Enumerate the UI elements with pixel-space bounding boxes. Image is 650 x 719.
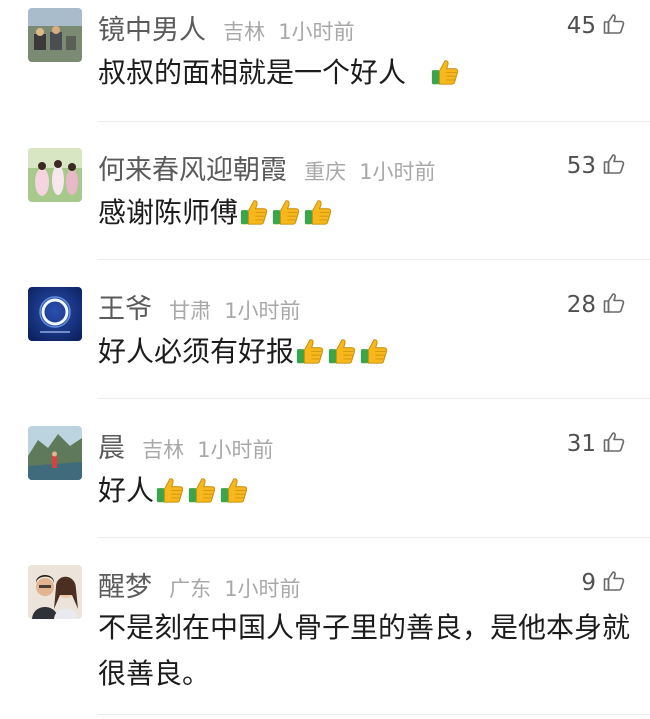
avatar[interactable]	[28, 287, 82, 341]
timestamp: 1小时前	[359, 160, 436, 184]
comment-text: 不是刻在中国人骨子里的善良，是他本身就很善良。	[98, 605, 643, 697]
comment-item: 镜中男人 吉林 1小时前 45 叔叔的面相就是一个好人	[0, 0, 650, 120]
thumbs-up-outline-icon	[602, 430, 626, 458]
thumbs-up-emoji-icon	[238, 196, 270, 229]
timestamp: 1小时前	[224, 299, 301, 323]
location: 广东	[169, 577, 212, 601]
location: 甘肃	[169, 299, 212, 323]
divider	[98, 714, 650, 715]
divider	[98, 537, 650, 538]
comment-text-content: 好人必须有好报	[98, 335, 295, 368]
thumbs-up-emoji-icon	[186, 474, 218, 507]
username[interactable]: 晨	[98, 433, 125, 464]
comment-meta: 醒梦 广东 1小时前	[98, 565, 301, 604]
thumbs-up-emoji-icon	[326, 335, 358, 368]
location: 吉林	[142, 438, 185, 462]
avatar[interactable]	[28, 8, 82, 62]
location: 重庆	[304, 160, 347, 184]
avatar[interactable]	[28, 565, 82, 619]
like-button[interactable]: 31	[567, 430, 626, 458]
like-count: 45	[566, 13, 596, 39]
username[interactable]: 王爷	[98, 294, 152, 325]
thumbs-up-emoji-icon	[270, 196, 302, 229]
thumbs-up-emoji-icon	[218, 474, 250, 507]
like-button[interactable]: 9	[581, 569, 626, 597]
thumbs-up-emoji-icon	[294, 335, 326, 368]
emoji-group	[294, 335, 390, 368]
comment-meta: 镜中男人 吉林 1小时前	[98, 8, 355, 47]
like-count: 53	[566, 153, 596, 179]
comment-item: 王爷 甘肃 1小时前 28 好人必须有好报	[0, 279, 650, 399]
like-count: 28	[566, 292, 596, 318]
divider	[98, 259, 650, 260]
location: 吉林	[223, 20, 266, 44]
username[interactable]: 何来春风迎朝霞	[98, 155, 287, 186]
like-count: 31	[566, 431, 596, 457]
like-button[interactable]: 28	[567, 291, 626, 319]
timestamp: 1小时前	[278, 20, 355, 44]
thumbs-up-outline-icon	[602, 152, 626, 180]
avatar[interactable]	[28, 148, 82, 202]
thumbs-up-outline-icon	[602, 569, 626, 597]
comment-text-content: 叔叔的面相就是一个好人	[98, 56, 415, 89]
thumbs-up-outline-icon	[602, 12, 626, 40]
comment-text-content: 感谢陈师傅	[98, 196, 239, 229]
timestamp: 1小时前	[197, 438, 274, 462]
avatar[interactable]	[28, 426, 82, 480]
comment-text: 好人必须有好报	[98, 329, 643, 375]
thumbs-up-outline-icon	[602, 291, 626, 319]
comment-item: 晨 吉林 1小时前 31 好人	[0, 418, 650, 538]
comment-text-content: 不是刻在中国人骨子里的善良，是他本身就很善良。	[98, 611, 631, 690]
thumbs-up-emoji-icon	[358, 335, 390, 368]
emoji-group	[154, 474, 250, 507]
like-count: 9	[581, 570, 596, 596]
comment-meta: 晨 吉林 1小时前	[98, 426, 274, 465]
emoji-group	[238, 196, 334, 229]
username[interactable]: 镜中男人	[98, 15, 206, 46]
username[interactable]: 醒梦	[98, 572, 152, 603]
comment-text-content: 好人	[98, 474, 155, 507]
emoji-group	[429, 56, 461, 89]
thumbs-up-emoji-icon	[154, 474, 186, 507]
divider	[98, 398, 650, 399]
timestamp: 1小时前	[224, 577, 301, 601]
thumbs-up-emoji-icon	[302, 196, 334, 229]
comment-text: 好人	[98, 468, 643, 514]
comment-meta: 王爷 甘肃 1小时前	[98, 287, 301, 326]
comment-text: 感谢陈师傅	[98, 190, 643, 236]
comment-item: 醒梦 广东 1小时前 9 不是刻在中国人骨子里的善良，是他本身就很善良。	[0, 557, 650, 719]
comment-meta: 何来春风迎朝霞 重庆 1小时前	[98, 148, 436, 187]
thumbs-up-emoji-icon	[429, 56, 461, 89]
like-button[interactable]: 45	[567, 12, 626, 40]
like-button[interactable]: 53	[567, 152, 626, 180]
comment-item: 何来春风迎朝霞 重庆 1小时前 53 感谢陈师傅	[0, 140, 650, 260]
comment-text: 叔叔的面相就是一个好人	[98, 50, 643, 96]
divider	[98, 121, 650, 122]
